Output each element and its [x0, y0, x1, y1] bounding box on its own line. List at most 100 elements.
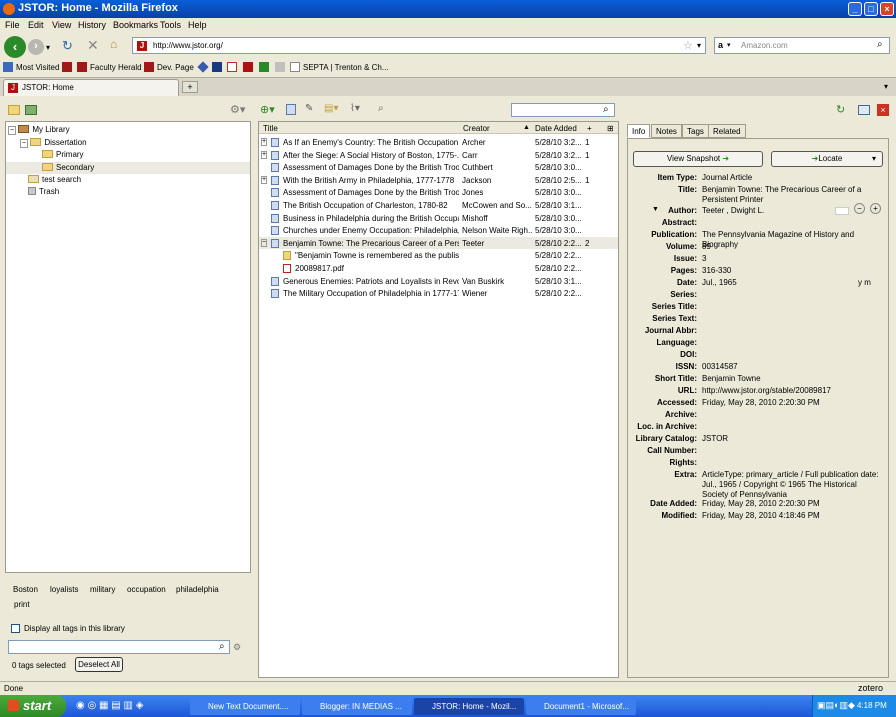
- menu-file[interactable]: File: [5, 20, 20, 30]
- field-value[interactable]: 316-330: [702, 266, 884, 276]
- field-value[interactable]: JSTOR: [702, 434, 884, 444]
- tab-tags[interactable]: Tags: [682, 124, 709, 138]
- field-value[interactable]: ArticleType: primary_article / Full publ…: [702, 470, 884, 500]
- tag-filter-input[interactable]: ⌕: [8, 640, 230, 654]
- history-dropdown-icon[interactable]: ▾: [46, 43, 50, 52]
- url-bar[interactable]: J http://www.jstor.org/ ☆ ▾: [132, 37, 706, 54]
- new-item-icon[interactable]: ⊕▾: [260, 103, 275, 116]
- table-row[interactable]: − Benjamin Towne: The Precarious Career o…: [259, 236, 618, 249]
- attachment-icon[interactable]: ⌇▾: [350, 103, 360, 114]
- field-value[interactable]: Teeter , Dwight L.: [702, 206, 822, 216]
- menu-bookmarks[interactable]: Bookmarks: [113, 20, 158, 30]
- close-window-button[interactable]: ×: [880, 2, 894, 16]
- table-row[interactable]: + After the Siege: A Social History of Bo…: [259, 149, 618, 161]
- table-row[interactable]: Business in Philadelphia during the Brit…: [259, 212, 618, 224]
- display-all-tags-checkbox[interactable]: [11, 624, 20, 633]
- field-value[interactable]: Jul., 1965: [702, 278, 884, 288]
- tab-info[interactable]: Info: [627, 124, 651, 138]
- column-title[interactable]: Title: [263, 124, 278, 133]
- menu-history[interactable]: History: [78, 20, 106, 30]
- sync-icon[interactable]: ↻: [836, 103, 845, 116]
- bookmark-most-visited[interactable]: Most Visited: [3, 62, 59, 72]
- table-row[interactable]: 20089817.pdf 5/28/10 2:2...: [259, 262, 618, 274]
- creator-expand-icon[interactable]: ▼: [652, 206, 659, 213]
- table-row[interactable]: The Military Occupation of Philadelphia …: [259, 287, 618, 299]
- menu-view[interactable]: View: [52, 20, 71, 30]
- field-value[interactable]: http://www.jstor.org/stable/20089817: [702, 386, 884, 396]
- column-creator[interactable]: Creator: [463, 124, 490, 133]
- remove-creator-icon[interactable]: −: [854, 203, 865, 214]
- tag-boston[interactable]: Boston: [13, 585, 38, 594]
- add-item-by-id-icon[interactable]: [286, 104, 296, 115]
- view-snapshot-button[interactable]: View Snapshot ➜: [633, 151, 763, 167]
- task-blogger[interactable]: Blogger: IN MEDIAS ...: [302, 698, 412, 715]
- amazon-icon[interactable]: a: [718, 40, 723, 50]
- field-value[interactable]: Friday, May 28, 2010 4:18:46 PM: [702, 511, 884, 521]
- field-value[interactable]: 3: [702, 254, 884, 264]
- bookmark-green[interactable]: [259, 62, 272, 72]
- bookmark-diamond[interactable]: [197, 61, 211, 73]
- column-date-added[interactable]: Date Added: [535, 124, 577, 133]
- url-dropdown-icon[interactable]: ▾: [697, 41, 701, 50]
- home-icon[interactable]: ⌂: [110, 37, 117, 51]
- column-picker-icon[interactable]: ⊞: [607, 124, 614, 133]
- tag-print[interactable]: print: [14, 600, 30, 609]
- stop-icon[interactable]: ✕: [87, 37, 99, 54]
- tab-notes[interactable]: Notes: [651, 124, 682, 138]
- search-engine-box[interactable]: a ▾ Amazon.com ⌕: [714, 37, 890, 54]
- item-search-input[interactable]: ⌕: [511, 103, 615, 117]
- new-group-icon[interactable]: [25, 105, 37, 115]
- task-notepad[interactable]: New Text Document....: [190, 698, 300, 715]
- search-icon[interactable]: ⌕: [603, 104, 609, 115]
- bookmark-jstor[interactable]: [243, 62, 256, 72]
- table-row[interactable]: Assessment of Damages Done by the Britis…: [259, 186, 618, 198]
- collection-test-search[interactable]: test search: [28, 175, 81, 184]
- expand-toggle-icon[interactable]: −: [261, 238, 268, 247]
- forward-icon[interactable]: ›: [28, 39, 44, 55]
- locate-button[interactable]: ➜Locate ▾: [771, 151, 883, 167]
- engine-dropdown-icon[interactable]: ▾: [727, 41, 731, 49]
- expand-toggle-icon[interactable]: +: [261, 150, 268, 159]
- bookmark-twc[interactable]: [212, 62, 225, 72]
- bookmark-star-icon[interactable]: ☆: [683, 39, 693, 52]
- back-icon[interactable]: ‹: [4, 36, 26, 58]
- expand-toggle-icon[interactable]: +: [261, 175, 268, 184]
- field-value[interactable]: 00314587: [702, 362, 884, 372]
- table-row[interactable]: Assessment of Damages Done by the Britis…: [259, 161, 618, 173]
- maximize-button[interactable]: □: [864, 2, 878, 16]
- collapse-icon[interactable]: −: [8, 126, 17, 135]
- search-icon[interactable]: ⌕: [219, 641, 225, 652]
- minimize-button[interactable]: _: [848, 2, 862, 16]
- collection-dissertation[interactable]: − Dissertation: [20, 138, 87, 148]
- new-tab-button[interactable]: +: [182, 81, 198, 93]
- deselect-all-button[interactable]: Deselect All: [75, 657, 123, 672]
- table-row[interactable]: + As If an Enemy's Country: The British O…: [259, 136, 618, 148]
- reload-icon[interactable]: ↻: [62, 38, 73, 54]
- close-zotero-icon[interactable]: ×: [877, 104, 889, 116]
- advanced-search-icon[interactable]: ⌕: [378, 103, 384, 114]
- bookmark-faculty-herald[interactable]: Faculty Herald: [77, 62, 142, 72]
- table-row[interactable]: Churches under Enemy Occupation: Philade…: [259, 224, 618, 236]
- task-word[interactable]: Document1 - Microsof...: [526, 698, 636, 715]
- new-collection-icon[interactable]: [8, 105, 20, 115]
- tray-icons[interactable]: ▣▤◐▥◆: [817, 700, 855, 711]
- menu-help[interactable]: Help: [188, 20, 207, 30]
- fullscreen-icon[interactable]: [858, 105, 870, 115]
- tag-occupation[interactable]: occupation: [127, 585, 166, 594]
- tab-list-icon[interactable]: ▾: [884, 82, 888, 91]
- collection-trash[interactable]: Trash: [28, 187, 59, 196]
- collection-primary[interactable]: Primary: [42, 150, 84, 159]
- quicklaunch-icons[interactable]: ◉ ◎ ▦ ▤ ▥ ◈: [76, 700, 143, 711]
- search-icon[interactable]: ⌕: [877, 39, 883, 50]
- bookmark-lock[interactable]: [275, 62, 288, 72]
- start-button[interactable]: start: [0, 695, 66, 717]
- bookmark-septa[interactable]: SEPTA | Trenton & Ch...: [290, 62, 389, 72]
- tag-loyalists[interactable]: loyalists: [50, 585, 78, 594]
- tag-actions-icon[interactable]: ⚙: [233, 642, 241, 653]
- collection-my-library[interactable]: − My Library: [8, 125, 70, 135]
- new-note-icon[interactable]: ▤▾: [324, 103, 338, 114]
- tag-philadelphia[interactable]: philadelphia: [176, 585, 219, 594]
- field-value[interactable]: Friday, May 28, 2010 2:20:30 PM: [702, 398, 884, 408]
- add-creator-icon[interactable]: +: [870, 203, 881, 214]
- task-jstor-firefox[interactable]: JSTOR: Home - Mozil...: [414, 698, 524, 715]
